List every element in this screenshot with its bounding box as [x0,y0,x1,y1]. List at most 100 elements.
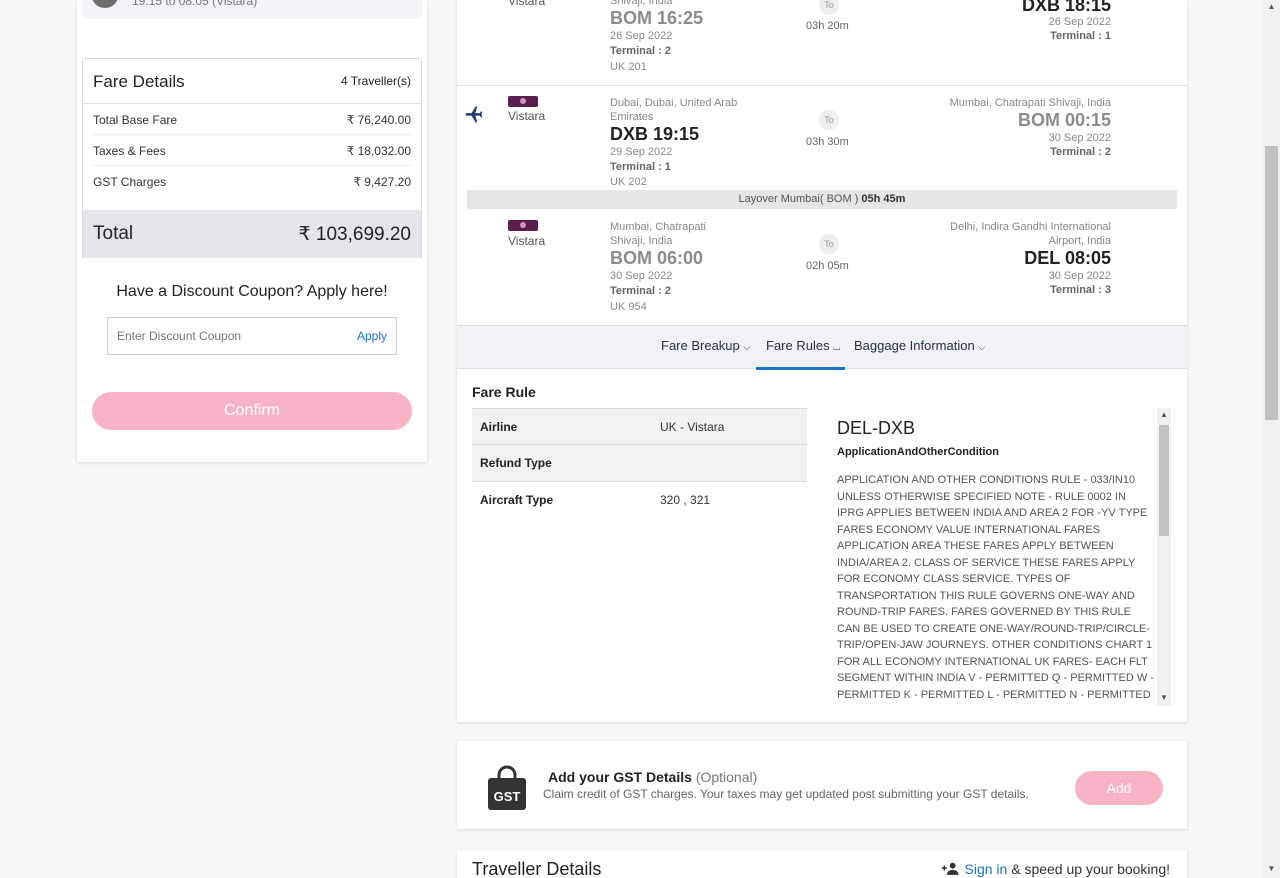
arrival-terminal: Terminal : 1 [1050,30,1111,42]
departure-time: DXB 19:15 [610,124,700,144]
flight-number: UK 954 [610,301,647,313]
airline-avatar [92,0,118,8]
arrival-date: 30 Sep 2022 [1048,270,1111,282]
gst-optional: (Optional) [695,769,758,785]
fare-details-box: Fare Details 4 Traveller(s) Total Base F… [82,58,422,258]
layover-text: Layover Mumbai( BOM ) [738,193,862,205]
coupon-apply-button[interactable]: Apply [357,329,387,343]
scroll-up-icon[interactable]: ▲ [1157,410,1171,419]
itinerary-summary: 19:15 to 08:05 (Vistara) [82,0,422,19]
departure-city: Dubai, Dubai, United Arab Emirates [610,97,738,123]
rule-route: DEL-DXB [837,418,916,438]
departure-terminal: Terminal : 2 [610,45,671,57]
layover-duration: 05h 45m [861,193,906,205]
vistara-logo [508,96,538,107]
tab-fare-breakup[interactable]: Fare Breakup ⌵ [661,338,750,353]
arrival-time: DXB 18:15 [1021,0,1111,15]
fare-rule-title: Fare Rule [472,384,536,400]
fare-info-tabs: Fare Breakup ⌵ Fare Rules ⌴ Baggage Info… [457,325,1187,370]
page-scroll-down-icon[interactable]: ▼ [1263,864,1280,873]
page-scroll-up-icon[interactable]: ▲ [1263,2,1280,11]
airline-name: Vistara [508,109,546,123]
arrival-city: Delhi, Indira Gandhi International Airpo… [950,221,1111,247]
rule-key: Aircraft Type [480,493,554,507]
departure-city: Mumbai, Chatrapati Shivaji, India [610,221,706,247]
departure-date: 26 Sep 2022 [610,30,673,42]
gst-icon-label: GST [494,789,521,804]
signin-suffix: & speed up your booking! [1007,861,1170,877]
flight-number: UK 201 [610,61,647,73]
gst-bag-icon: GST [488,765,526,810]
chevron-up-icon: ⌴ [833,342,841,352]
flight-duration: 03h 30m [806,136,849,148]
departure-time: BOM 16:25 [610,8,704,28]
fare-label: GST Charges [93,175,167,189]
chevron-down-icon: ⌵ [743,342,751,352]
fare-row-gst: GST Charges ₹ 9,427.20 [93,166,411,197]
coupon-input[interactable] [108,318,343,354]
flight-duration: 02h 05m [806,260,849,272]
to-indicator: To [819,110,839,130]
departure-terminal: Terminal : 2 [610,285,671,297]
arrival-terminal: Terminal : 2 [1050,146,1111,158]
fare-value: ₹ 9,427.20 [353,175,411,189]
gst-title: Add your GST Details (Optional) [548,769,757,785]
coupon-field: Apply [107,317,397,355]
add-user-icon [941,862,959,875]
total-value: ₹ 103,699.20 [298,224,411,245]
active-tab-indicator [756,367,845,370]
confirm-button[interactable]: Confirm [92,392,412,430]
arrival-time: BOM 00:15 [1017,110,1111,130]
scroll-down-icon[interactable]: ▼ [1157,693,1171,702]
traveller-count: 4 Traveller(s) [340,74,411,88]
fare-value: ₹ 18,032.00 [346,144,411,158]
rule-scrollbar-thumb[interactable] [1159,425,1169,536]
departure-terminal: Terminal : 1 [610,161,671,173]
fare-details-title: Fare Details [93,72,185,91]
tab-fare-rules[interactable]: Fare Rules ⌴ [766,338,840,353]
fare-row-base: Total Base Fare ₹ 76,240.00 [93,104,411,135]
rule-key: Refund Type [480,456,552,470]
to-indicator: To [819,234,839,254]
to-indicator: To [819,0,839,15]
arrival-city: Mumbai, Chatrapati Shivaji, India [949,97,1111,109]
arrival-date: 30 Sep 2022 [1048,132,1111,144]
table-row: Refund Type [472,445,807,482]
traveller-details-title: Traveller Details [472,859,602,878]
fare-row-taxes: Taxes & Fees ₹ 18,032.00 [93,135,411,166]
gst-description: Claim credit of GST charges. Your taxes … [543,787,1029,801]
fare-rule-table: Airline UK - Vistara Refund Type Aircraf… [472,408,807,519]
departure-date: 30 Sep 2022 [610,270,673,282]
gst-details-card: GST Add your GST Details (Optional) Clai… [457,741,1187,829]
signin-prompt: Sign in & speed up your booking! [941,861,1170,877]
layover-banner: Layover Mumbai( BOM ) 05h 45m [467,190,1177,209]
segment-divider [457,85,1187,86]
tab-label: Fare Rules [766,338,830,353]
table-row: Airline UK - Vistara [472,408,807,445]
itinerary-summary-text: 19:15 to 08:05 (Vistara) [132,0,258,8]
fare-label: Total Base Fare [93,113,178,127]
gst-add-button[interactable]: Add [1075,771,1163,805]
tab-baggage-information[interactable]: Baggage Information ⌵ [854,338,985,353]
fare-value: ₹ 76,240.00 [346,113,411,127]
fare-label: Taxes & Fees [93,144,166,158]
total-label: Total [93,223,134,244]
page-scrollbar-thumb[interactable] [1265,146,1278,420]
fare-total-row: Total ₹ 103,699.20 [83,210,421,258]
signin-link[interactable]: Sign in [965,861,1008,877]
tab-label: Baggage Information [854,338,975,353]
coupon-heading: Have a Discount Coupon? Apply here! [116,283,388,300]
flight-duration: 03h 20m [806,20,849,32]
page-scrollbar[interactable] [1263,0,1280,878]
traveller-details-card: Traveller Details Sign in & speed up you… [457,850,1187,878]
rule-value: UK - Vistara [660,420,725,434]
fare-rule-detail-scroll[interactable]: DEL-DXB ApplicationAndOtherCondition APP… [837,408,1155,706]
gst-title-text: Add your GST Details [548,769,692,785]
chevron-down-icon: ⌵ [978,342,986,352]
rule-value: 320 , 321 [660,493,711,507]
arrival-time: DEL 08:05 [1024,248,1111,268]
airplane-icon [465,106,483,123]
table-row: Aircraft Type 320 , 321 [472,482,807,519]
arrival-date: 26 Sep 2022 [1048,16,1111,28]
flight-number: UK 202 [610,176,647,188]
